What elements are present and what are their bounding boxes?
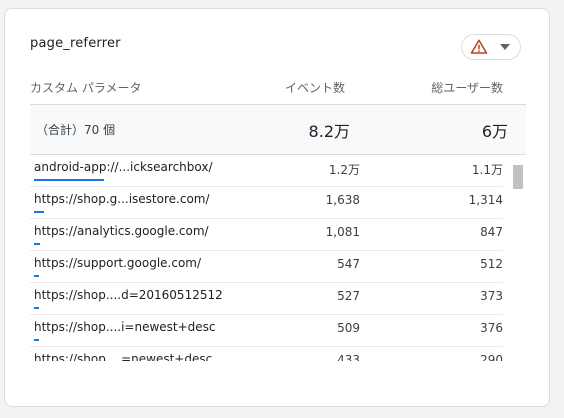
warning-triangle-icon <box>470 39 488 54</box>
row-user-count: 373 <box>480 289 503 303</box>
row-user-count: 1.1万 <box>471 163 503 177</box>
table-row[interactable]: https://shop.g...isestore.com/1,638 1,314 <box>30 187 503 219</box>
page-referrer-card: page_referrer カスタム パラメータ イベント数 総ユーザー数 （合… <box>4 8 550 407</box>
row-event-count: 1,638 <box>325 193 360 207</box>
row-user-count: 376 <box>480 321 503 335</box>
row-parameter-value: https://shop....i=newest+desc <box>34 320 216 334</box>
table-row[interactable]: android-app://...icksearchbox/1.2万 1.1万 <box>30 155 503 187</box>
row-parameter-value: https://shop.g...isestore.com/ <box>34 192 210 206</box>
card-title: page_referrer <box>30 36 121 51</box>
row-event-count: 527 <box>337 289 360 303</box>
column-header-total-users[interactable]: 総ユーザー数 <box>431 79 503 96</box>
row-event-count: 1,081 <box>325 225 360 239</box>
row-share-bar <box>34 275 39 277</box>
totals-row: （合計）70 個 8.2万 6万 <box>30 104 526 155</box>
chevron-down-icon <box>500 44 510 50</box>
column-header-custom-parameter[interactable]: カスタム パラメータ <box>30 79 141 96</box>
row-share-bar <box>34 179 104 181</box>
row-event-count: 433 <box>337 353 360 361</box>
row-share-bar <box>34 307 39 309</box>
row-user-count: 512 <box>480 257 503 271</box>
warning-menu-button[interactable] <box>461 34 521 60</box>
row-user-count: 847 <box>480 225 503 239</box>
totals-event-count: 8.2万 <box>308 122 350 141</box>
table-row[interactable]: https://shop....i=newest+desc 509 376 <box>30 315 503 347</box>
row-share-bar <box>34 339 39 341</box>
row-event-count: 547 <box>337 257 360 271</box>
scrollbar-thumb[interactable] <box>513 165 523 189</box>
table-row[interactable]: https://shop....=newest+desc 433 290 <box>30 347 503 361</box>
table-row[interactable]: https://shop....d=20160512512 527 373 <box>30 283 503 315</box>
row-user-count: 1,314 <box>468 193 503 207</box>
totals-user-count: 6万 <box>481 122 508 141</box>
row-event-count: 1.2万 <box>328 163 360 177</box>
table-row[interactable]: https://support.google.com/547 512 <box>30 251 503 283</box>
totals-label: （合計）70 個 <box>36 123 116 137</box>
row-parameter-value: https://support.google.com/ <box>34 256 202 270</box>
row-share-bar <box>34 211 44 213</box>
row-share-bar <box>34 243 40 245</box>
row-parameter-value: https://shop....=newest+desc <box>34 352 213 361</box>
table-body[interactable]: android-app://...icksearchbox/1.2万 1.1万 ht… <box>30 155 503 361</box>
row-parameter-value: https://analytics.google.com/ <box>34 224 209 238</box>
table-row[interactable]: https://analytics.google.com/1,081 847 <box>30 219 503 251</box>
table-scrollbar[interactable] <box>513 159 523 359</box>
row-user-count: 290 <box>480 353 503 361</box>
row-event-count: 509 <box>337 321 360 335</box>
column-header-event-count[interactable]: イベント数 <box>285 79 345 96</box>
row-parameter-value: android-app://...icksearchbox/ <box>34 160 213 174</box>
row-parameter-value: https://shop....d=20160512512 <box>34 288 223 302</box>
